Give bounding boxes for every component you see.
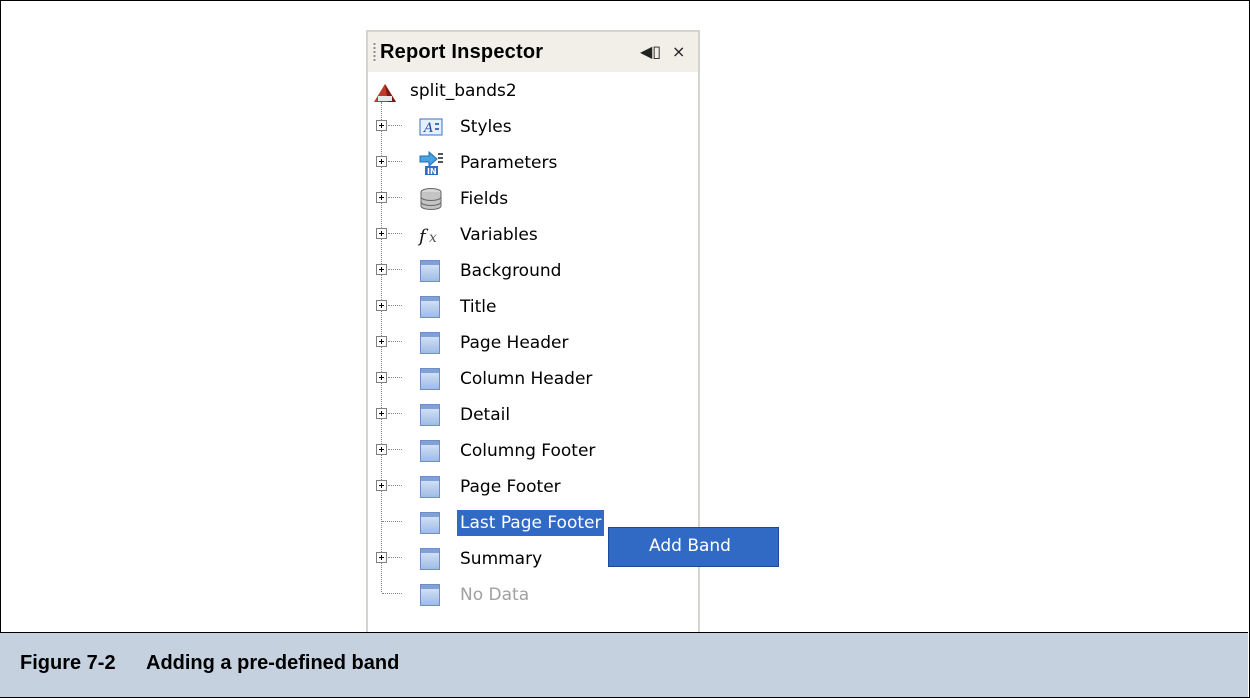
tree-item-label: Fields [460,189,509,209]
tree-item-columng-footer[interactable]: Columng Footer [368,434,698,468]
styles-icon: A [418,114,444,140]
expand-icon[interactable] [376,336,387,347]
svg-text:A: A [423,121,433,136]
expand-icon[interactable] [376,480,387,491]
tree-item-page-footer[interactable]: Page Footer [368,470,698,504]
caption-text: Adding a pre-defined band [146,652,400,674]
band-icon [420,368,440,390]
expand-icon[interactable] [376,372,387,383]
panel-title: Report Inspector [380,41,544,63]
caption-number: Figure 7-2 [20,652,116,674]
tree-connector [388,197,402,198]
expand-icon[interactable] [376,408,387,419]
expand-icon[interactable] [376,120,387,131]
parameters-icon: IN [418,150,444,176]
tree-item-label: Page Footer [460,477,561,497]
tree-connector [388,161,402,162]
expand-icon[interactable] [376,300,387,311]
band-icon [420,584,440,606]
svg-text:f: f [418,226,429,247]
tree-item-label: Detail [460,405,511,425]
tree-connector [388,269,402,270]
minimize-icon[interactable]: ◀▯ [640,42,661,62]
tree-connector [388,305,402,306]
tree-item-column-header[interactable]: Column Header [368,362,698,396]
band-icon [420,296,440,318]
tree-item-page-header[interactable]: Page Header [368,326,698,360]
tree-connector [382,593,402,594]
variables-icon: fx [417,222,444,248]
tree-connector [388,485,402,486]
tree-item-label: Parameters [460,153,558,173]
close-icon[interactable]: × [672,42,685,62]
tree-item-detail[interactable]: Detail [368,398,698,432]
expand-icon[interactable] [376,444,387,455]
tree-connector [382,521,402,522]
tree-item-label: Background [460,261,562,281]
band-icon [420,440,440,462]
figure-caption: Figure 7-2 Adding a pre-defined band [0,632,1248,697]
tree-item-fields[interactable]: Fields [368,182,698,216]
tree-item-label: Column Header [460,369,593,389]
tree-item-label: Variables [460,225,538,245]
context-menu-item-add-band[interactable]: Add Band [649,536,731,556]
tree-item-label: Styles [460,117,512,137]
tree-connector [388,377,402,378]
band-icon [420,512,440,534]
expand-icon[interactable] [376,192,387,203]
tree-item-label: Title [460,297,497,317]
tree-root[interactable]: split_bands2 [368,74,698,108]
band-icon [420,404,440,426]
tree-item-background[interactable]: Background [368,254,698,288]
expand-icon[interactable] [376,156,387,167]
tree-item-label: Last Page Footer [457,510,605,536]
expand-icon[interactable] [376,264,387,275]
tree-item-no-data[interactable]: No Data [368,578,698,612]
band-icon [420,548,440,570]
tree-connector [388,449,402,450]
tree-item-styles[interactable]: A Styles [368,110,698,144]
tree-root-label: split_bands2 [410,81,517,101]
svg-text:IN: IN [427,167,437,176]
band-icon [420,260,440,282]
tree-connector [388,233,402,234]
tree-item-label: No Data [460,585,530,605]
fields-icon [418,186,444,212]
expand-icon[interactable] [376,552,387,563]
panel-header: Report Inspector ◀▯ × [368,32,698,72]
context-menu: Add Band [608,527,779,567]
expand-icon[interactable] [376,228,387,239]
svg-text:x: x [429,230,437,246]
tree-item-title[interactable]: Title [368,290,698,324]
tree-connector [388,413,402,414]
tree-connector [388,557,402,558]
tree-connector [388,341,402,342]
tree-item-label: Summary [460,549,543,569]
tree-item-variables[interactable]: f x Variables [368,218,698,252]
report-icon [374,84,396,102]
drag-grip-icon[interactable] [373,42,376,62]
band-icon [420,332,440,354]
tree-item-label: Page Header [460,333,569,353]
tree-item-parameters[interactable]: IN Parameters [368,146,698,180]
tree-connector [388,125,402,126]
tree-item-label: Columng Footer [460,441,596,461]
band-icon [420,476,440,498]
